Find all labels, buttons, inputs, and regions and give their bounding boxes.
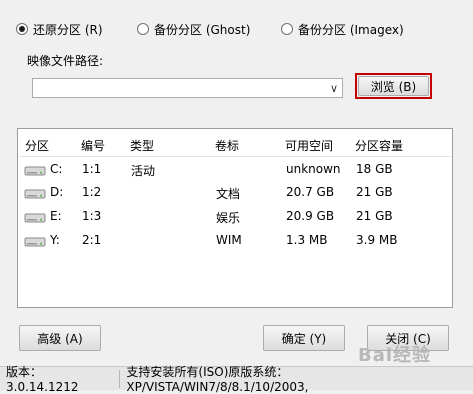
- radio-backup-imagex-indicator[interactable]: [281, 23, 293, 35]
- column-header-partition[interactable]: 分区: [25, 137, 49, 154]
- table-row[interactable]: E: 1:3 娱乐 20.9 GB 21 GB: [19, 206, 451, 228]
- cell-number: 1:2: [82, 185, 102, 199]
- hard-drive-icon: [24, 213, 46, 223]
- cell-type: 活动: [131, 164, 156, 178]
- radio-backup-ghost-label: 备份分区 (Ghost): [154, 22, 251, 37]
- hard-drive-icon: [24, 166, 46, 176]
- image-path-combobox[interactable]: ∨: [32, 78, 343, 98]
- cell-drive: Y:: [50, 233, 60, 247]
- radio-backup-ghost[interactable]: 备份分区 (Ghost): [137, 20, 250, 38]
- radio-restore[interactable]: 还原分区 (R): [16, 20, 103, 38]
- cell-capacity: 3.9 MB: [356, 233, 398, 247]
- column-header-number[interactable]: 编号: [81, 137, 105, 154]
- status-bar: 版本：3.0.14.1212 支持安装所有(ISO)原版系统：XP/VISTA/…: [0, 365, 473, 394]
- cell-number: 1:1: [82, 162, 102, 176]
- table-row[interactable]: C: 1:1 活动 unknown 18 GB: [19, 159, 451, 181]
- browse-button[interactable]: 浏览 (B): [358, 76, 429, 96]
- radio-backup-imagex[interactable]: 备份分区 (Imagex): [281, 20, 404, 38]
- cell-capacity: 21 GB: [356, 185, 393, 199]
- column-header-type[interactable]: 类型: [130, 137, 154, 154]
- header-divider: [19, 156, 451, 157]
- radio-restore-indicator[interactable]: [16, 23, 28, 35]
- radio-backup-ghost-indicator[interactable]: [137, 23, 149, 35]
- cell-volume-label: WIM: [216, 233, 242, 247]
- cell-volume-label: 娱乐: [216, 211, 241, 225]
- chevron-down-icon[interactable]: ∨: [330, 82, 338, 95]
- cell-drive: D:: [50, 185, 64, 199]
- cell-number: 2:1: [82, 233, 102, 247]
- column-header-free-space[interactable]: 可用空间: [285, 137, 333, 154]
- cell-capacity: 21 GB: [356, 209, 393, 223]
- cell-drive: E:: [50, 209, 62, 223]
- support-text: 支持安装所有(ISO)原版系统：XP/VISTA/WIN7/8/8.1/10/2…: [126, 365, 309, 394]
- image-path-label: 映像文件路径:: [27, 54, 104, 68]
- cell-free-space: 20.9 GB: [286, 209, 335, 223]
- advanced-button[interactable]: 高级 (A): [19, 325, 101, 351]
- cell-free-space: 1.3 MB: [286, 233, 328, 247]
- hard-drive-icon: [24, 189, 46, 199]
- column-header-capacity[interactable]: 分区容量: [355, 137, 403, 154]
- cell-volume-label: 文档: [216, 187, 241, 201]
- ok-button[interactable]: 确定 (Y): [263, 325, 345, 351]
- partition-table[interactable]: 分区 编号 类型 卷标 可用空间 分区容量 C: 1:1 活动 unknown …: [17, 128, 453, 308]
- radio-restore-label: 还原分区 (R): [33, 22, 103, 37]
- column-header-volume-label[interactable]: 卷标: [215, 137, 239, 154]
- cell-number: 1:3: [82, 209, 102, 223]
- hard-drive-icon: [24, 237, 46, 247]
- cell-capacity: 18 GB: [356, 162, 393, 176]
- table-row[interactable]: D: 1:2 文档 20.7 GB 21 GB: [19, 182, 451, 204]
- cell-free-space: 20.7 GB: [286, 185, 335, 199]
- version-text: 版本：3.0.14.1212: [6, 365, 79, 394]
- cell-drive: C:: [50, 162, 63, 176]
- cell-free-space: unknown: [286, 162, 341, 176]
- radio-backup-imagex-label: 备份分区 (Imagex): [298, 22, 404, 37]
- table-row[interactable]: Y: 2:1 WIM 1.3 MB 3.9 MB: [19, 230, 451, 252]
